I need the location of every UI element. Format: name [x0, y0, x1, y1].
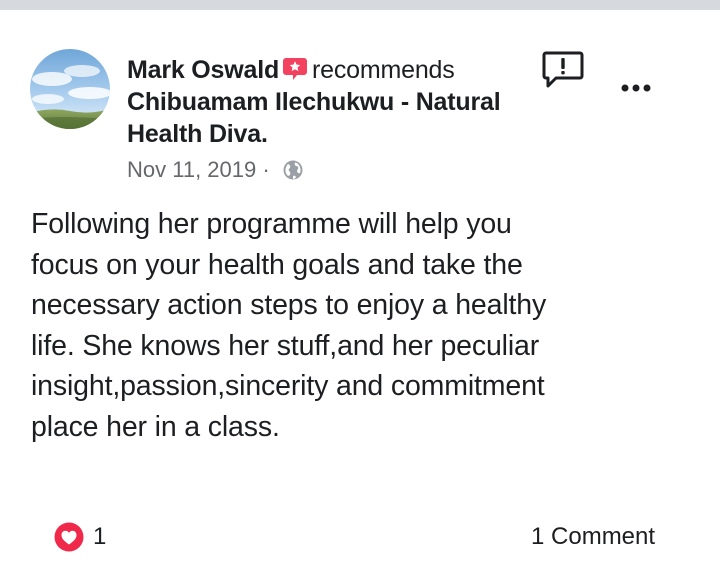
recommend-badge-icon [282, 56, 308, 82]
more-options-icon [621, 84, 651, 92]
report-icon [542, 51, 584, 88]
page-name-line-1[interactable]: Chibuamam Ilechukwu - Natural [127, 88, 501, 116]
post-date[interactable]: Nov 11, 2019 [127, 157, 256, 182]
globe-icon [282, 159, 304, 181]
comments-link[interactable]: 1 Comment [531, 523, 655, 551]
report-button[interactable] [542, 50, 584, 90]
post-meta: Nov 11, 2019 · [127, 155, 304, 184]
feed-divider [0, 0, 720, 10]
avatar[interactable] [30, 49, 110, 129]
love-reaction-icon[interactable] [52, 520, 86, 554]
more-options-button[interactable] [615, 78, 655, 98]
recommendation-post: Mark Oswald recommends Chibuamam Ilechukw… [0, 10, 720, 567]
page-name-line-2[interactable]: Health Diva. [127, 120, 268, 148]
post-header: Mark Oswald recommends Chibuamam Ilechukw… [127, 54, 517, 150]
reaction-count[interactable]: 1 [93, 523, 106, 551]
post-footer: 1 1 Comment [0, 515, 720, 559]
author-name[interactable]: Mark Oswald [127, 56, 279, 84]
post-body: Following her programme will help you fo… [31, 208, 547, 443]
recommends-label: recommends [312, 56, 455, 84]
avatar-image [30, 49, 110, 129]
meta-separator: · [262, 157, 270, 183]
